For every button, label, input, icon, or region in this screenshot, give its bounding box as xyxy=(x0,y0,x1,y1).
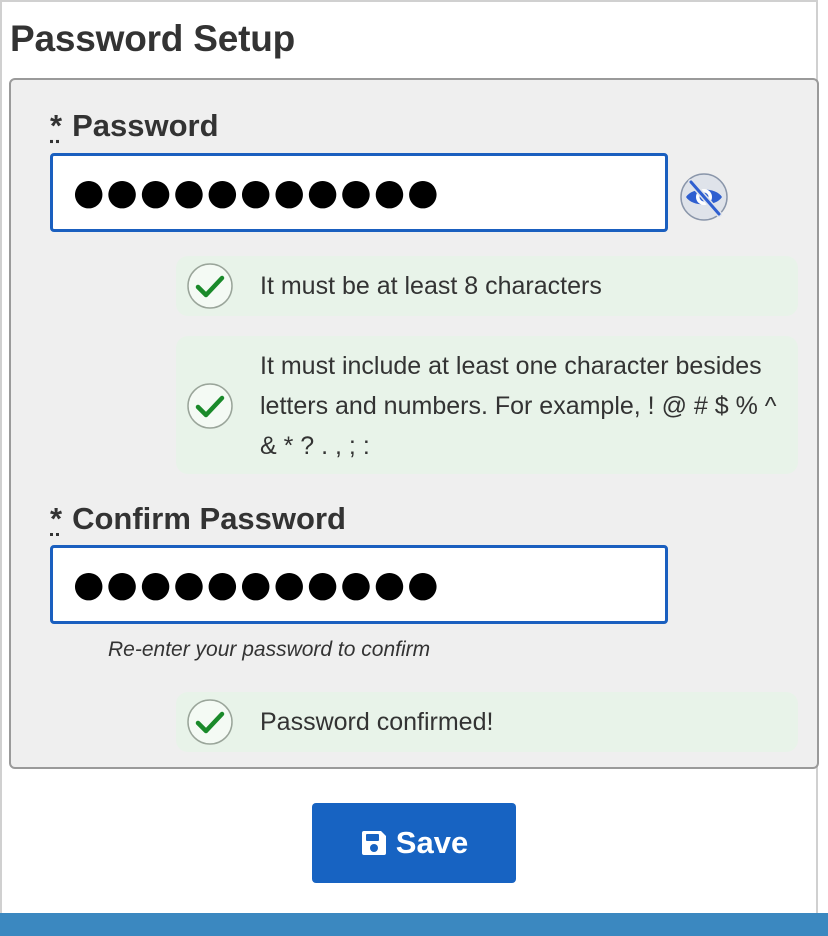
save-button-label: Save xyxy=(395,825,469,860)
eye-slash-icon xyxy=(680,173,728,221)
check-circle-icon xyxy=(187,263,233,309)
rule-text: It must be at least 8 characters xyxy=(260,272,602,300)
password-rule-length: It must be at least 8 characters xyxy=(176,256,798,316)
password-input[interactable]: ●●●●●●●●●●● xyxy=(50,153,668,232)
confirm-password-input[interactable]: ●●●●●●●●●●● xyxy=(50,545,668,624)
status-text: Password confirmed! xyxy=(260,708,494,736)
show-password-toggle[interactable] xyxy=(678,172,730,222)
check-circle-icon xyxy=(187,383,233,429)
confirm-password-label-text: Confirm Password xyxy=(72,501,346,536)
password-confirmed-status: Password confirmed! xyxy=(176,692,798,752)
password-masked-value: ●●●●●●●●●●● xyxy=(73,171,441,213)
check-circle-icon xyxy=(187,699,233,745)
confirm-password-label: * Confirm Password xyxy=(50,501,346,537)
confirm-password-masked-value: ●●●●●●●●●●● xyxy=(73,563,441,605)
password-rule-special-char: It must include at least one character b… xyxy=(176,336,798,474)
right-gutter xyxy=(818,0,828,936)
rule-text: It must include at least one character b… xyxy=(260,352,777,460)
required-marker: * xyxy=(50,108,63,143)
page-title: Password Setup xyxy=(10,18,296,59)
password-label: * Password xyxy=(50,108,219,144)
required-marker: * xyxy=(50,501,63,536)
floppy-disk-icon xyxy=(361,831,386,855)
footer-bar xyxy=(0,913,828,936)
save-button[interactable]: Save xyxy=(312,803,516,883)
password-label-text: Password xyxy=(72,108,219,143)
confirm-password-hint: Re-enter your password to confirm xyxy=(108,638,431,661)
